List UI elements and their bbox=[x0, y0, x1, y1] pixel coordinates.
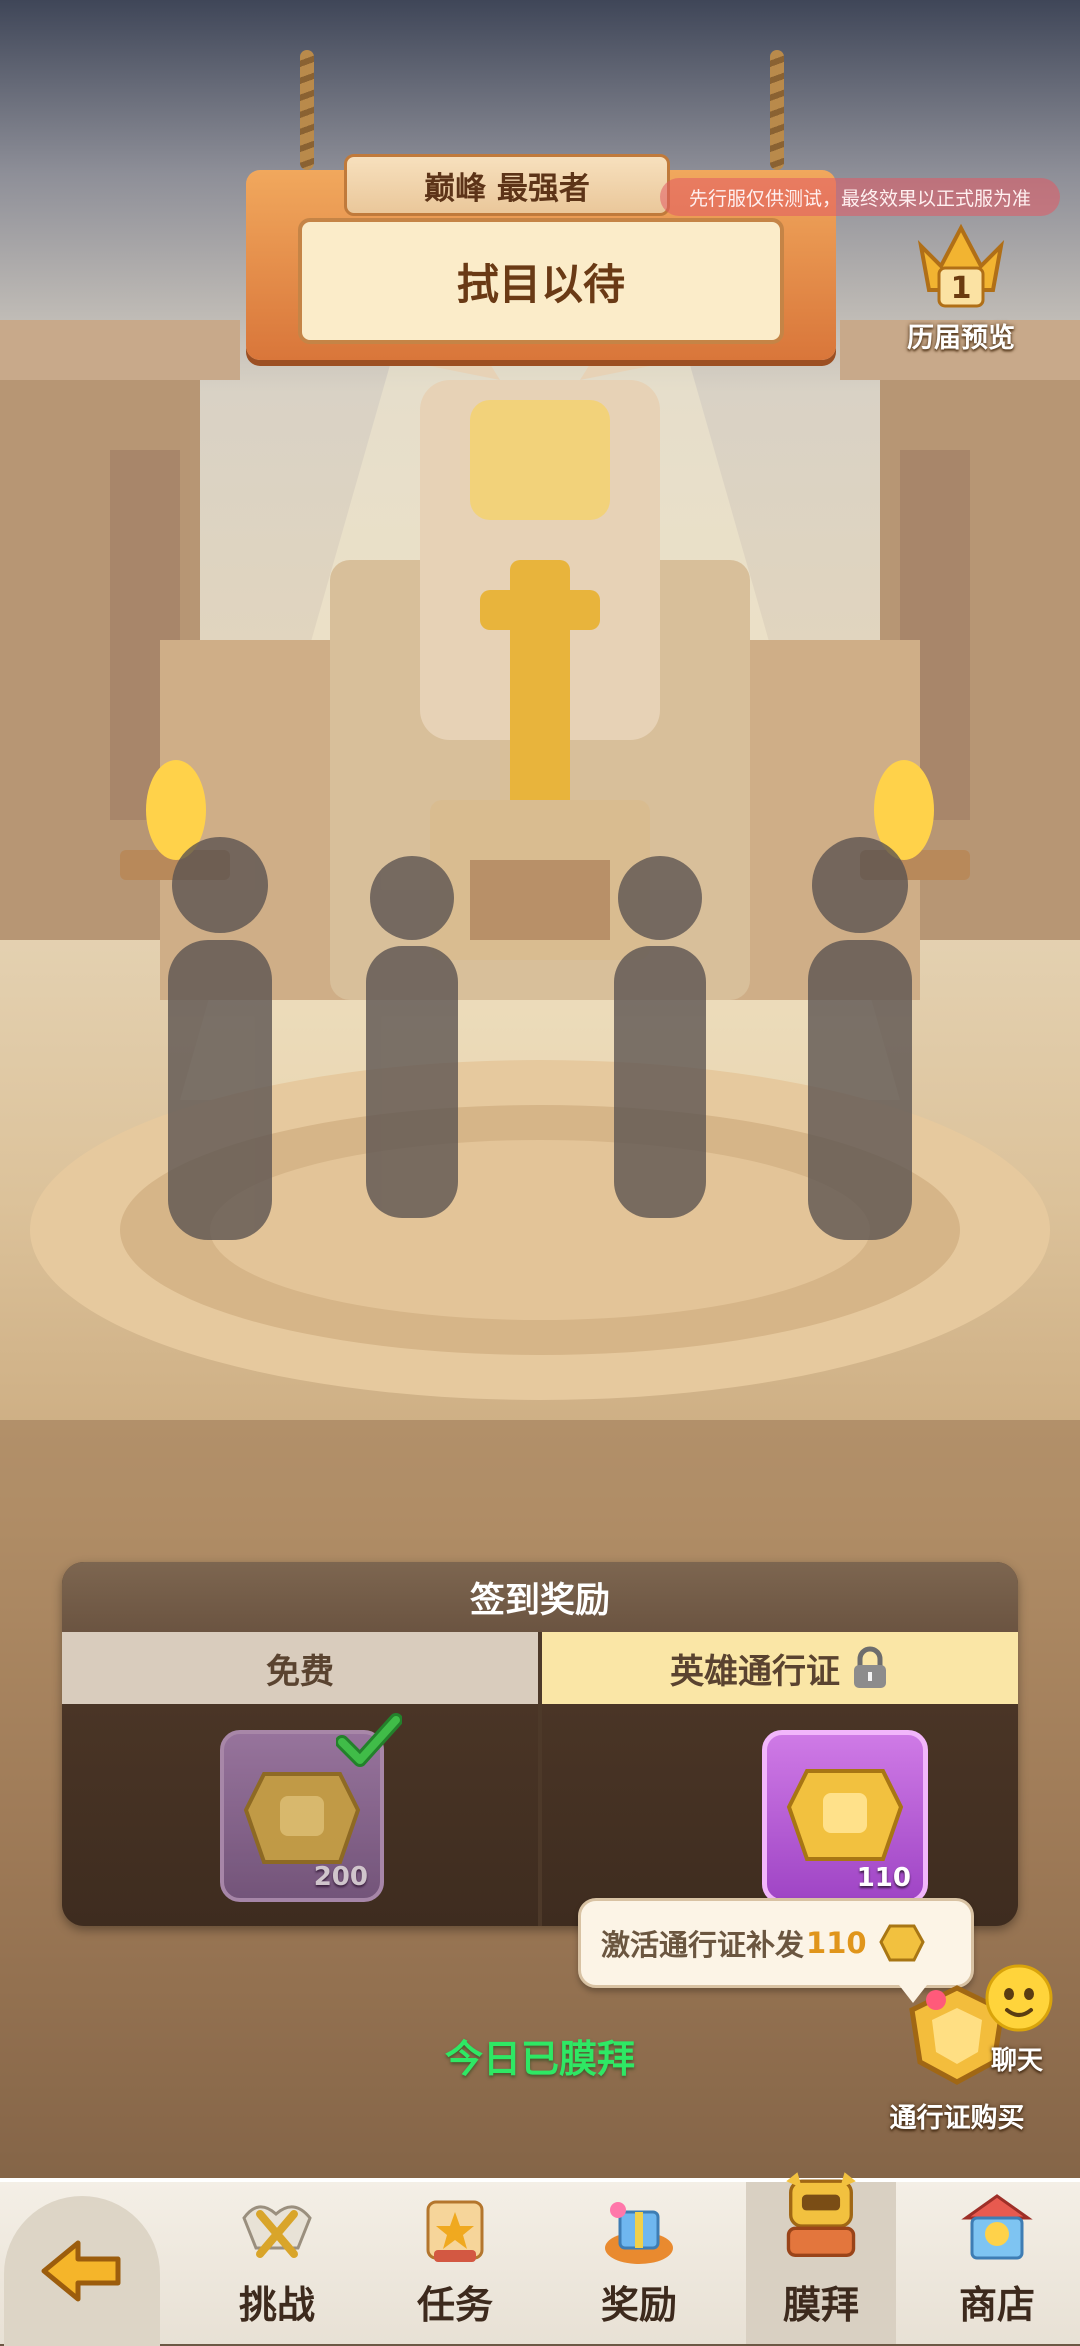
signboard-status: 拭目以待 bbox=[298, 218, 784, 344]
tab-shop-label: 商店 bbox=[958, 2283, 1035, 2327]
free-reward-item[interactable]: 200 bbox=[220, 1713, 402, 1902]
gift-box-icon bbox=[605, 2202, 673, 2264]
tab-rewards[interactable]: 奖励 bbox=[564, 2182, 714, 2344]
free-reward-quantity: 200 bbox=[313, 1862, 368, 1892]
history-preview-label: 历届预览 bbox=[907, 323, 1015, 354]
tab-challenge-label: 挑战 bbox=[238, 2283, 315, 2327]
board-rope-left bbox=[300, 50, 314, 170]
tab-rewards-label: 奖励 bbox=[600, 2283, 677, 2327]
claimed-check-icon bbox=[336, 1713, 402, 1767]
history-rank-number: 1 bbox=[951, 271, 972, 306]
crown-rank-icon: 1 bbox=[917, 223, 1005, 308]
tab-tasks[interactable]: 任务 bbox=[380, 2182, 530, 2344]
chat-emoji-icon bbox=[985, 1964, 1053, 2032]
wings-swords-icon bbox=[242, 2205, 312, 2258]
tab-challenge[interactable]: 挑战 bbox=[202, 2182, 352, 2344]
shop-icon bbox=[961, 2194, 1033, 2260]
pass-purchase-label: 通行证购买 bbox=[889, 2103, 1025, 2134]
gold-fist-token-icon bbox=[878, 1924, 925, 1962]
pass-reward-item[interactable]: 110 bbox=[762, 1730, 928, 1904]
pass-column-header: 英雄通行证 bbox=[542, 1632, 1018, 1704]
tooltip-text: 激活通行证补发 bbox=[601, 1928, 805, 1962]
lock-icon bbox=[854, 1646, 886, 1688]
tooltip-amount: 110 bbox=[806, 1926, 867, 1960]
free-column-header: 免费 bbox=[62, 1632, 538, 1704]
signboard-title: 巅峰 最强者 bbox=[344, 154, 670, 216]
pass-column-label: 英雄通行证 bbox=[670, 1651, 840, 1692]
back-arrow-icon bbox=[41, 2240, 121, 2302]
pass-reward-quantity: 110 bbox=[856, 1863, 911, 1893]
tab-shop[interactable]: 商店 bbox=[922, 2182, 1072, 2344]
test-server-notice: 先行服仅供测试，最终效果以正式服为准 bbox=[660, 178, 1060, 216]
worship-status-text: 今日已膜拜 bbox=[444, 2037, 635, 2081]
chat-label: 聊天 bbox=[990, 2046, 1043, 2076]
pass-reward-cell: 110 bbox=[542, 1704, 1018, 1926]
free-column-label: 免费 bbox=[266, 1651, 334, 1692]
tab-tasks-label: 任务 bbox=[416, 2283, 493, 2327]
history-preview-button[interactable]: 1 历届预览 bbox=[896, 216, 1026, 355]
board-rope-right bbox=[770, 50, 784, 170]
checkin-reward-panel: 签到奖励 免费 英雄通行证 200 110 bbox=[62, 1562, 1018, 1926]
bottom-navigation: 挑战 任务 奖励 膜拜 商店 bbox=[0, 2172, 1080, 2346]
golden-statue-icon bbox=[786, 2172, 856, 2257]
free-reward-cell: 200 bbox=[62, 1704, 538, 1926]
reward-panel-title: 签到奖励 bbox=[62, 1562, 1018, 1632]
tab-worship[interactable]: 膜拜 bbox=[746, 2172, 896, 2344]
chat-button[interactable]: 聊天 bbox=[962, 1962, 1072, 2077]
scroll-star-icon bbox=[426, 2200, 484, 2262]
tab-worship-label: 膜拜 bbox=[782, 2283, 859, 2327]
back-button[interactable] bbox=[4, 2196, 160, 2346]
pass-reissue-tooltip: 激活通行证补发 110 bbox=[578, 1898, 974, 2003]
